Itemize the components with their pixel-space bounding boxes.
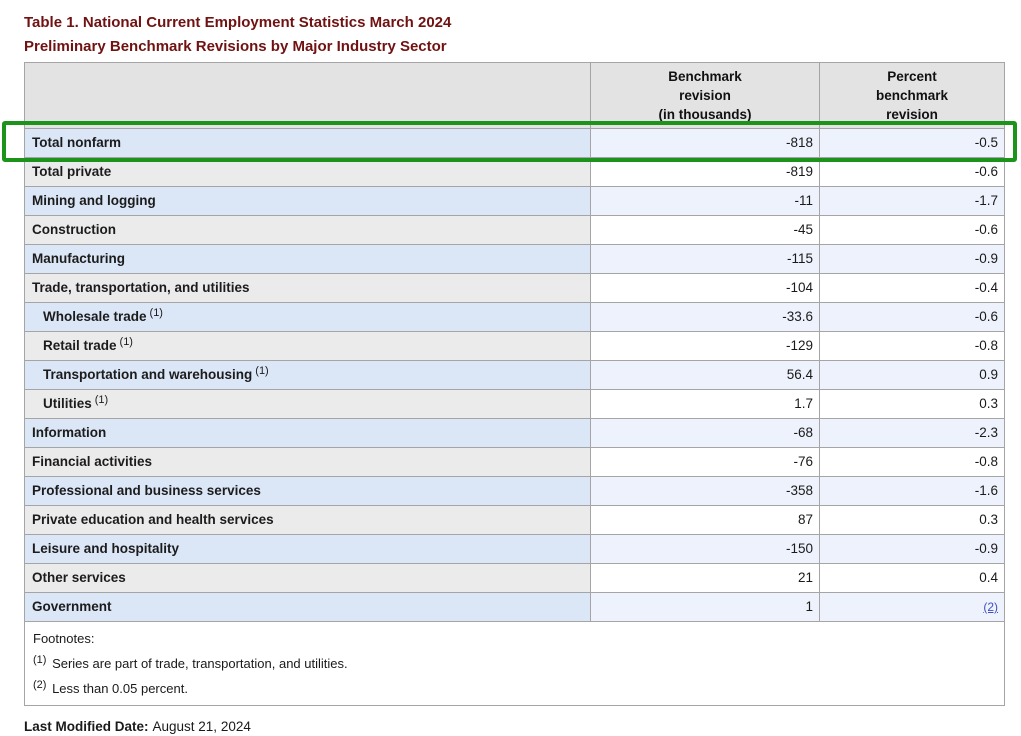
- footnotes-heading: Footnotes:: [33, 626, 996, 651]
- benchmark-revisions-table: Benchmark revision (in thousands) Percen…: [24, 62, 1005, 706]
- row-label: Mining and logging: [32, 193, 156, 208]
- benchmark-revision-value: -11: [591, 187, 820, 216]
- percent-benchmark-revision-value: -0.6: [820, 303, 1005, 332]
- percent-benchmark-revision-value: (2): [820, 593, 1005, 622]
- row-footnote-marker: (1): [95, 394, 108, 406]
- footnote-item: (1) Series are part of trade, transporta…: [33, 651, 996, 676]
- table-row: Trade, transportation, and utilities -10…: [25, 274, 1005, 303]
- benchmark-revision-value: -818: [591, 129, 820, 158]
- percent-benchmark-revision-value: -0.9: [820, 535, 1005, 564]
- benchmark-revision-value: 1: [591, 593, 820, 622]
- row-label: Total private: [32, 164, 111, 179]
- percent-benchmark-revision-value: -0.6: [820, 216, 1005, 245]
- table-row: Wholesale trade(1) -33.6 -0.6: [25, 303, 1005, 332]
- row-footnote-marker: (1): [150, 307, 163, 319]
- percent-benchmark-revision-value: -1.7: [820, 187, 1005, 216]
- benchmark-revision-value: -76: [591, 448, 820, 477]
- header-percent-benchmark-revision: Percent benchmark revision: [820, 63, 1005, 129]
- benchmark-revision-value: 56.4: [591, 361, 820, 390]
- benchmark-revision-value: -68: [591, 419, 820, 448]
- footnotes-section: Footnotes: (1) Series are part of trade,…: [25, 622, 1005, 706]
- table-row: Government 1 (2): [25, 593, 1005, 622]
- benchmark-revision-value: -129: [591, 332, 820, 361]
- table-row: Construction -45 -0.6: [25, 216, 1005, 245]
- percent-benchmark-revision-value: -2.3: [820, 419, 1005, 448]
- bls-benchmark-page: Table 1. National Current Employment Sta…: [0, 0, 1021, 734]
- table-row: Total private -819 -0.6: [25, 158, 1005, 187]
- percent-benchmark-revision-value: -0.9: [820, 245, 1005, 274]
- percent-benchmark-revision-value: -0.6: [820, 158, 1005, 187]
- row-label: Professional and business services: [32, 483, 261, 498]
- footnotes-row: Footnotes: (1) Series are part of trade,…: [25, 622, 1005, 706]
- table-row: Total nonfarm -818 -0.5: [25, 129, 1005, 158]
- table-row: Professional and business services -358 …: [25, 477, 1005, 506]
- row-label: Information: [32, 425, 106, 440]
- percent-benchmark-revision-value: -1.6: [820, 477, 1005, 506]
- row-label: Wholesale trade: [43, 309, 147, 324]
- table-row: Leisure and hospitality -150 -0.9: [25, 535, 1005, 564]
- table-body: Total nonfarm -818 -0.5 Total private -8…: [25, 129, 1005, 622]
- row-label: Leisure and hospitality: [32, 541, 179, 556]
- row-footnote-marker: (1): [255, 365, 268, 377]
- table-row: Mining and logging -11 -1.7: [25, 187, 1005, 216]
- percent-benchmark-revision-value: 0.3: [820, 390, 1005, 419]
- benchmark-revision-value: -819: [591, 158, 820, 187]
- row-label: Government: [32, 599, 112, 614]
- last-modified-value: August 21, 2024: [153, 719, 251, 734]
- percent-benchmark-revision-value: -0.4: [820, 274, 1005, 303]
- footnote-2-link[interactable]: (2): [983, 600, 998, 614]
- percent-benchmark-revision-value: -0.5: [820, 129, 1005, 158]
- row-label: Manufacturing: [32, 251, 125, 266]
- row-label: Total nonfarm: [32, 135, 121, 150]
- percent-benchmark-revision-value: -0.8: [820, 448, 1005, 477]
- table-header-row: Benchmark revision (in thousands) Percen…: [25, 63, 1005, 129]
- row-label: Construction: [32, 222, 116, 237]
- footnote-item: (2) Less than 0.05 percent.: [33, 676, 996, 701]
- page-title-line1: Table 1. National Current Employment Sta…: [24, 11, 1021, 35]
- row-footnote-marker: (1): [120, 336, 133, 348]
- benchmark-revision-value: -45: [591, 216, 820, 245]
- table-row: Manufacturing -115 -0.9: [25, 245, 1005, 274]
- row-label: Financial activities: [32, 454, 152, 469]
- row-label: Retail trade: [43, 338, 117, 353]
- percent-benchmark-revision-value: 0.9: [820, 361, 1005, 390]
- benchmark-revision-value: -115: [591, 245, 820, 274]
- table-row: Transportation and warehousing(1) 56.4 0…: [25, 361, 1005, 390]
- row-label: Transportation and warehousing: [43, 367, 252, 382]
- table-row: Financial activities -76 -0.8: [25, 448, 1005, 477]
- percent-benchmark-revision-value: 0.4: [820, 564, 1005, 593]
- row-label: Private education and health services: [32, 512, 274, 527]
- footnotes-list: (1) Series are part of trade, transporta…: [33, 651, 996, 701]
- percent-benchmark-revision-value: -0.8: [820, 332, 1005, 361]
- table-row: Private education and health services 87…: [25, 506, 1005, 535]
- benchmark-revision-value: -33.6: [591, 303, 820, 332]
- last-modified: Last Modified Date: August 21, 2024: [24, 719, 1021, 734]
- benchmark-revision-value: 87: [591, 506, 820, 535]
- header-benchmark-revision: Benchmark revision (in thousands): [591, 63, 820, 129]
- table-row: Other services 21 0.4: [25, 564, 1005, 593]
- benchmark-revision-value: -150: [591, 535, 820, 564]
- header-industry-blank: [25, 63, 591, 129]
- row-label: Other services: [32, 570, 126, 585]
- table-row: Utilities(1) 1.7 0.3: [25, 390, 1005, 419]
- percent-benchmark-revision-value: 0.3: [820, 506, 1005, 535]
- row-label: Trade, transportation, and utilities: [32, 280, 250, 295]
- benchmark-revision-value: 21: [591, 564, 820, 593]
- benchmark-revision-value: -358: [591, 477, 820, 506]
- page-title-line2: Preliminary Benchmark Revisions by Major…: [24, 35, 1021, 59]
- last-modified-label: Last Modified Date:: [24, 719, 149, 734]
- row-label: Utilities: [43, 396, 92, 411]
- benchmark-revision-value: 1.7: [591, 390, 820, 419]
- table-row: Retail trade(1) -129 -0.8: [25, 332, 1005, 361]
- benchmark-revision-value: -104: [591, 274, 820, 303]
- table-row: Information -68 -2.3: [25, 419, 1005, 448]
